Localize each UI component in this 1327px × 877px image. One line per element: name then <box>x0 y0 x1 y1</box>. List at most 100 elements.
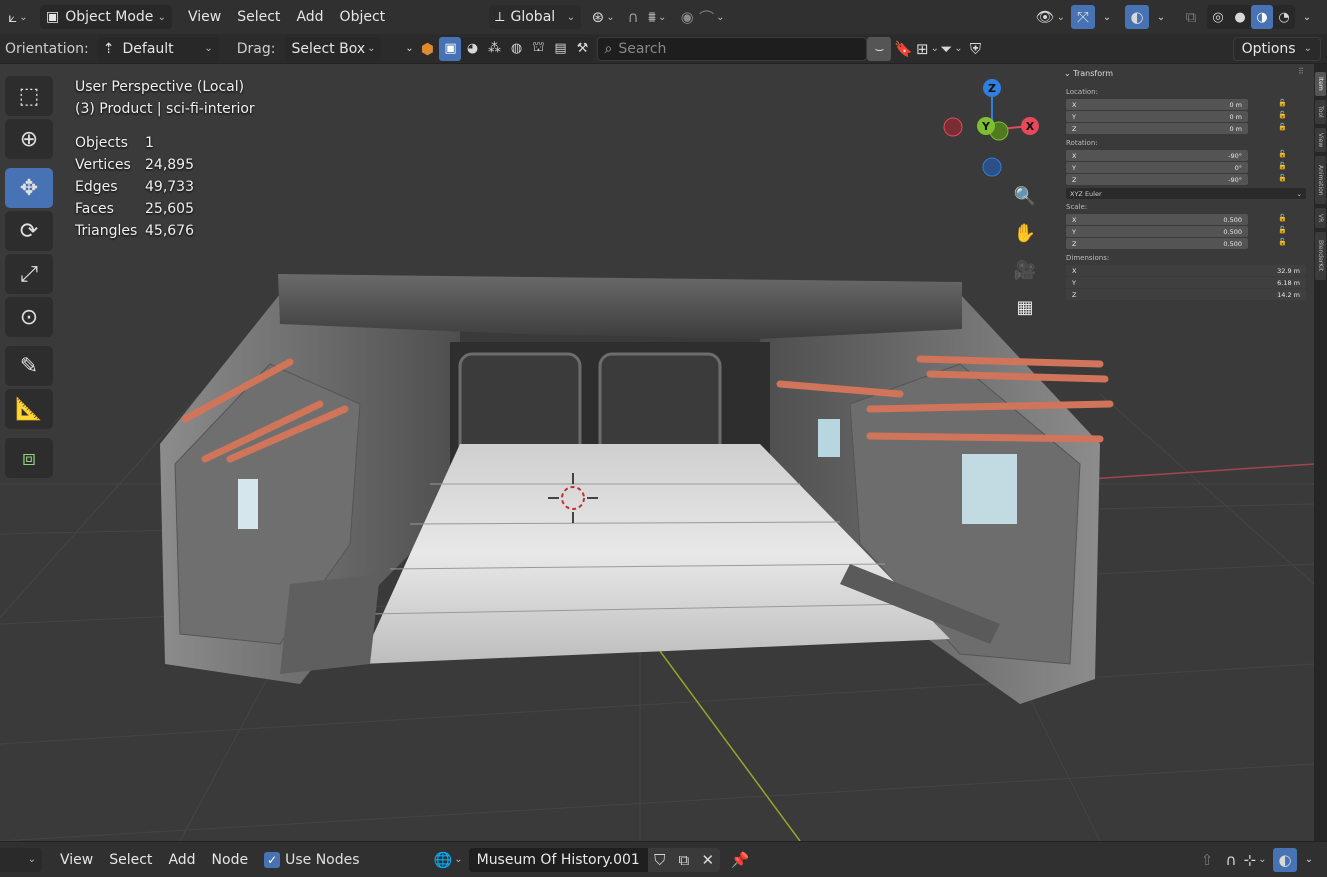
hierarchy-icon[interactable]: ⊞ ⌄ <box>915 37 939 61</box>
overlays-toggle-icon[interactable]: ◐ <box>1273 847 1297 872</box>
parent-node-tree-icon[interactable]: ⇧ <box>1195 848 1219 872</box>
move-tool-icon[interactable]: ✥ <box>5 168 53 208</box>
zoom-magnifier-icon[interactable]: 🔍 <box>1010 181 1040 211</box>
snap-increment-icon[interactable]: ⩩ ⌄ <box>645 5 669 29</box>
chevron-down-icon[interactable]: ⌄ <box>403 37 415 61</box>
fake-user-shield-icon[interactable]: ⛉ <box>647 847 672 872</box>
snap-magnet-icon[interactable]: ∩ <box>621 5 645 29</box>
overlays-toggle-icon[interactable]: ◐ <box>1125 5 1149 29</box>
tab-item[interactable]: Item <box>1315 72 1326 96</box>
match-case-icon[interactable]: ⌣ <box>867 36 892 61</box>
scale-tool-icon[interactable]: ⤢ <box>5 254 53 294</box>
menu-select[interactable]: Select <box>101 848 160 872</box>
snap-magnet-icon[interactable]: ∩ <box>1219 848 1243 872</box>
outliner-search-input[interactable]: ⌕ Search <box>597 36 868 61</box>
add-cube-icon[interactable]: ⧈ <box>5 438 53 478</box>
solid-shading-icon[interactable]: ● <box>1229 5 1251 29</box>
menu-view[interactable]: View <box>52 848 101 872</box>
rotation-mode-dropdown[interactable]: XYZ Euler ⌄ <box>1066 188 1306 199</box>
menu-node[interactable]: Node <box>204 848 257 872</box>
world-filter-icon[interactable]: ◍ <box>505 37 527 61</box>
armature-filter-icon[interactable]: ⛫ <box>527 37 549 61</box>
scale-y-field[interactable]: Y 0.500 <box>1066 226 1248 237</box>
pan-hand-icon[interactable]: ✋ <box>1010 218 1040 248</box>
material-filter-icon[interactable]: ▤ <box>549 37 571 61</box>
transform-panel-header[interactable]: ⌄ Transform <box>1064 69 1113 78</box>
scale-x-field[interactable]: X 0.500 <box>1066 214 1248 225</box>
lock-icon[interactable]: 🔓 <box>1278 226 1287 234</box>
chevron-down-icon[interactable]: ⌄ <box>1297 848 1321 872</box>
rendered-shading-icon[interactable]: ◔ <box>1273 5 1295 29</box>
falloff-curve-icon[interactable]: ⌒ ⌄ <box>699 5 724 29</box>
location-y-field[interactable]: Y 0 m <box>1066 111 1248 122</box>
pivot-point-icon[interactable]: ⊛ ⌄ <box>591 5 615 29</box>
shield-check-icon[interactable]: ⛨ <box>963 37 987 61</box>
scale-z-field[interactable]: Z 0.500 <box>1066 238 1248 249</box>
material-preview-shading-icon[interactable]: ◑ <box>1251 5 1273 29</box>
menu-add[interactable]: Add <box>288 5 331 29</box>
chevron-down-icon[interactable]: ⌄ <box>1149 5 1173 29</box>
orientation-dropdown[interactable]: ⇡ Default ⌄ <box>96 36 219 61</box>
wireframe-shading-icon[interactable]: ◎ <box>1207 5 1229 29</box>
material-name-field[interactable]: Museum Of History.001 <box>468 847 648 872</box>
visibility-eye-icon[interactable]: 👁 ⌄ <box>1036 5 1065 29</box>
annotate-pencil-icon[interactable]: ✎ <box>5 346 53 386</box>
use-nodes-checkbox[interactable]: ✓ Use Nodes <box>264 851 360 868</box>
rotate-tool-icon[interactable]: ⟳ <box>5 211 53 251</box>
menu-add[interactable]: Add <box>160 848 203 872</box>
panel-grip-icon[interactable]: ⠿ <box>1298 67 1304 76</box>
gizmo-z-axis[interactable]: Z <box>983 79 1001 97</box>
perspective-grid-icon[interactable]: ▦ <box>1010 292 1040 322</box>
proportional-editing-icon[interactable]: ◉ <box>675 5 699 29</box>
close-icon[interactable]: ✕ <box>695 847 720 872</box>
world-globe-icon[interactable]: 🌐 ⌄ <box>434 848 463 872</box>
location-x-field[interactable]: X 0 m <box>1066 99 1248 110</box>
menu-object[interactable]: Object <box>332 5 394 29</box>
mode-dropdown[interactable]: ▣ Object Mode ⌄ <box>40 5 172 29</box>
mesh-filter-icon[interactable]: ▣ <box>439 36 462 61</box>
menu-select[interactable]: Select <box>229 5 288 29</box>
drag-dropdown[interactable]: Select Box ⌄ <box>285 36 382 61</box>
options-dropdown[interactable]: Options ⌄ <box>1232 36 1321 61</box>
pin-icon[interactable]: 📌 <box>728 848 752 872</box>
select-box-icon[interactable]: ⬚ <box>5 76 53 116</box>
rotation-z-field[interactable]: Z -90° <box>1066 174 1248 185</box>
gizmo-toggle-icon[interactable]: ⤧ <box>1071 5 1095 29</box>
tab-vr[interactable]: VR <box>1315 208 1326 228</box>
duplicate-icon[interactable]: ⧉ <box>671 847 696 872</box>
lock-icon[interactable]: 🔓 <box>1278 174 1287 182</box>
measure-ruler-icon[interactable]: 📐 <box>5 389 53 429</box>
location-z-field[interactable]: Z 0 m <box>1066 123 1248 134</box>
transform-tool-icon[interactable]: ⊙ <box>5 297 53 337</box>
rotation-x-field[interactable]: X -90° <box>1066 150 1248 161</box>
editor-type-dropdown[interactable]: ⌄ <box>0 847 42 872</box>
snap-grid-icon[interactable]: ⊹ ⌄ <box>1243 848 1267 872</box>
tab-tool[interactable]: Tool <box>1315 100 1326 124</box>
color-cube-icon[interactable]: ⬢ <box>415 37 439 61</box>
gizmo-x-axis[interactable]: X <box>1021 117 1039 135</box>
particles-filter-icon[interactable]: ⁂ <box>483 37 505 61</box>
chevron-down-icon[interactable]: ⌄ <box>1295 5 1319 29</box>
lock-icon[interactable]: 🔓 <box>1278 123 1287 131</box>
tab-blenderkit[interactable]: BlenderKit <box>1315 232 1326 280</box>
dimensions-y-field[interactable]: Y 6.18 m <box>1066 277 1306 288</box>
gizmo-y-axis[interactable]: Y <box>977 117 995 135</box>
lock-icon[interactable]: 🔓 <box>1278 162 1287 170</box>
modifier-filter-icon[interactable]: ⚒ <box>571 37 593 61</box>
menu-view[interactable]: View <box>180 5 229 29</box>
lock-icon[interactable]: 🔓 <box>1278 99 1287 107</box>
filter-funnel-icon[interactable]: ⏷ ⌄ <box>939 37 963 61</box>
lock-icon[interactable]: 🔓 <box>1278 150 1287 158</box>
dimensions-z-field[interactable]: Z 14.2 m <box>1066 289 1306 300</box>
bookmark-icon[interactable]: 🔖 <box>891 37 915 61</box>
camera-view-icon[interactable]: 🎥 <box>1010 255 1040 285</box>
cursor-tool-icon[interactable]: ⊕ <box>5 119 53 159</box>
xray-toggle-icon[interactable]: ⧉ <box>1179 5 1203 29</box>
tab-animation[interactable]: Animation <box>1315 156 1326 204</box>
rotation-y-field[interactable]: Y 0° <box>1066 162 1248 173</box>
chevron-down-icon[interactable]: ⌄ <box>1095 5 1119 29</box>
lock-icon[interactable]: 🔓 <box>1278 214 1287 222</box>
lock-icon[interactable]: 🔓 <box>1278 111 1287 119</box>
editor-type-axes-icon[interactable]: ⟀ ⌄ <box>6 5 30 29</box>
tab-view[interactable]: View <box>1315 128 1326 152</box>
